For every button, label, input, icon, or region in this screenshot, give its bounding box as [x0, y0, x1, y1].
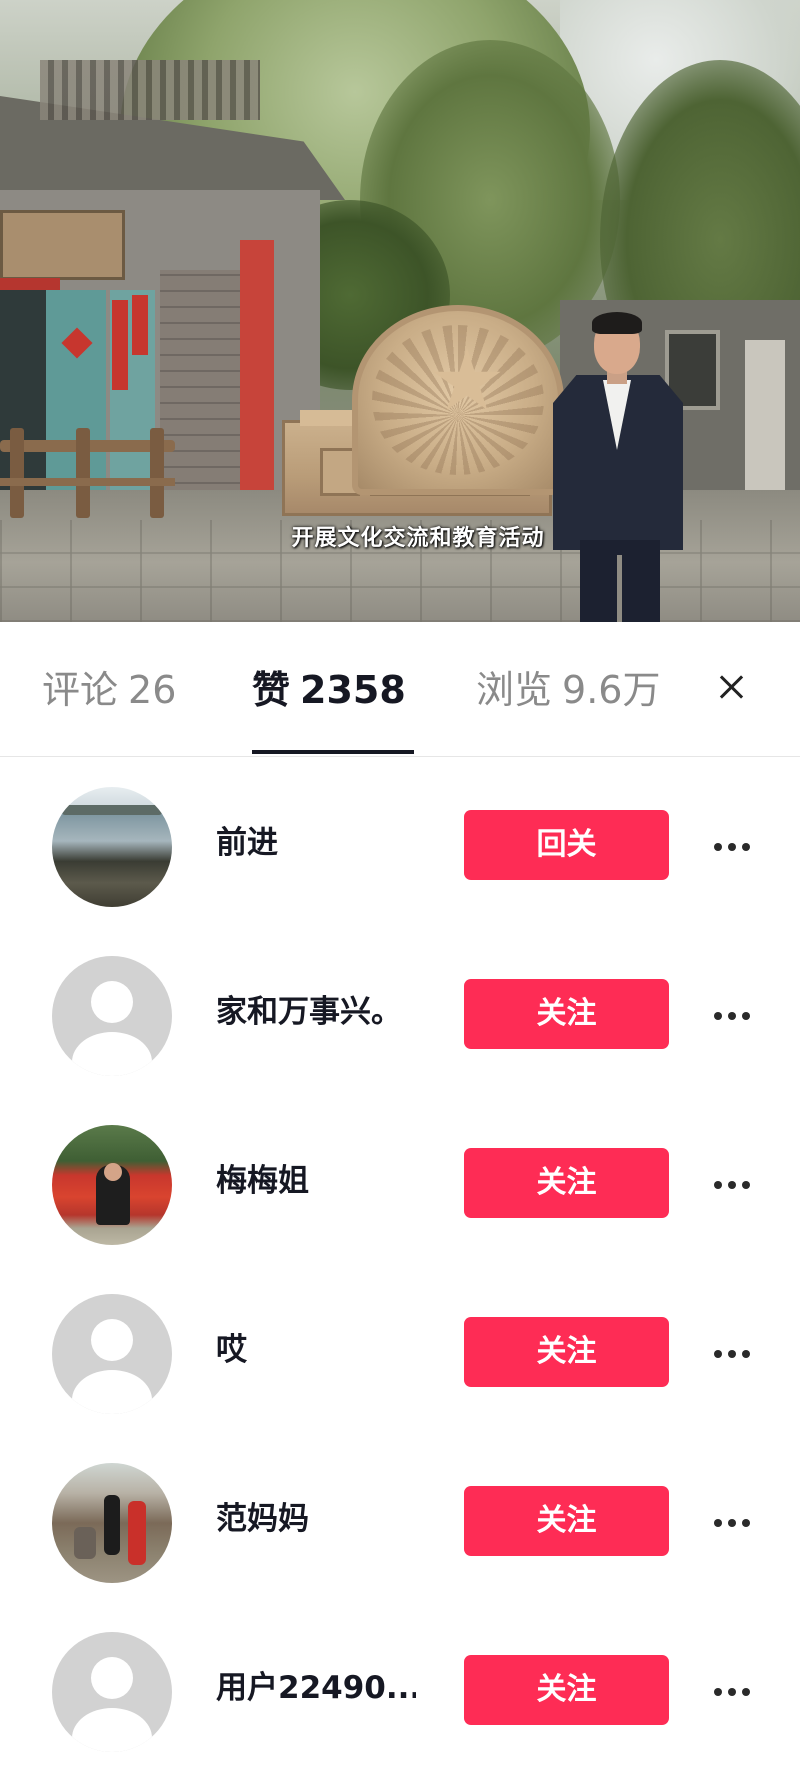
- right-building-column: [745, 340, 785, 500]
- likes-sheet: 评论 26 赞 2358 浏览 9.6万 前进 回关 家和万事兴。 关注 梅梅姐 关注: [0, 622, 800, 1791]
- username[interactable]: 用户22490...: [216, 1666, 416, 1710]
- wooden-railing: [0, 420, 175, 520]
- more-icon[interactable]: [708, 1000, 758, 1030]
- red-couplet: [112, 300, 128, 390]
- follow-button[interactable]: 关注: [464, 1486, 669, 1556]
- more-icon[interactable]: [708, 831, 758, 861]
- list-item[interactable]: 范妈妈 关注: [0, 1451, 800, 1620]
- tab-views[interactable]: 浏览 9.6万: [476, 662, 672, 718]
- follow-button[interactable]: 关注: [464, 1317, 669, 1387]
- follow-button[interactable]: 关注: [464, 979, 669, 1049]
- username[interactable]: 范妈妈: [216, 1497, 309, 1541]
- red-pillar: [240, 240, 274, 500]
- tab-likes-count: 2358: [300, 668, 406, 712]
- list-item[interactable]: 梅梅姐 关注: [0, 1113, 800, 1282]
- more-icon[interactable]: [708, 1338, 758, 1368]
- username[interactable]: 家和万事兴。: [216, 990, 402, 1034]
- username[interactable]: 前进: [216, 821, 278, 865]
- more-icon[interactable]: [708, 1676, 758, 1706]
- close-icon[interactable]: [708, 664, 756, 712]
- list-item[interactable]: 家和万事兴。 关注: [0, 944, 800, 1113]
- follow-back-button[interactable]: 回关: [464, 810, 669, 880]
- follow-button[interactable]: 关注: [464, 1148, 669, 1218]
- tab-views-label: 浏览: [476, 668, 553, 712]
- tab-comments-label: 评论: [42, 668, 119, 712]
- default-avatar-icon[interactable]: [52, 1632, 172, 1752]
- default-avatar-icon[interactable]: [52, 1294, 172, 1414]
- tab-bar: 评论 26 赞 2358 浏览 9.6万: [0, 622, 800, 757]
- tab-views-count: 9.6万: [562, 668, 661, 712]
- tab-comments-count: 26: [128, 668, 177, 712]
- list-item[interactable]: 哎 关注: [0, 1282, 800, 1451]
- tab-likes[interactable]: 赞 2358: [252, 662, 406, 718]
- avatar[interactable]: [52, 787, 172, 907]
- more-icon[interactable]: [708, 1507, 758, 1537]
- avatar[interactable]: [52, 1125, 172, 1245]
- active-tab-indicator: [252, 750, 414, 754]
- liker-list: 前进 回关 家和万事兴。 关注 梅梅姐 关注 哎 关注 范妈妈 关注 用户224…: [0, 775, 800, 1789]
- follow-button[interactable]: 关注: [464, 1655, 669, 1725]
- username[interactable]: 梅梅姐: [216, 1159, 309, 1203]
- default-avatar-icon[interactable]: [52, 956, 172, 1076]
- building-sign: [0, 210, 125, 280]
- avatar[interactable]: [52, 1463, 172, 1583]
- username[interactable]: 哎: [216, 1328, 247, 1372]
- tab-comments[interactable]: 评论 26: [42, 662, 176, 718]
- list-item[interactable]: 用户22490... 关注: [0, 1620, 800, 1789]
- more-icon[interactable]: [708, 1169, 758, 1199]
- tab-likes-label: 赞: [252, 668, 291, 712]
- list-item[interactable]: 前进 回关: [0, 775, 800, 944]
- video-player[interactable]: 开展文化交流和教育活动: [0, 0, 800, 622]
